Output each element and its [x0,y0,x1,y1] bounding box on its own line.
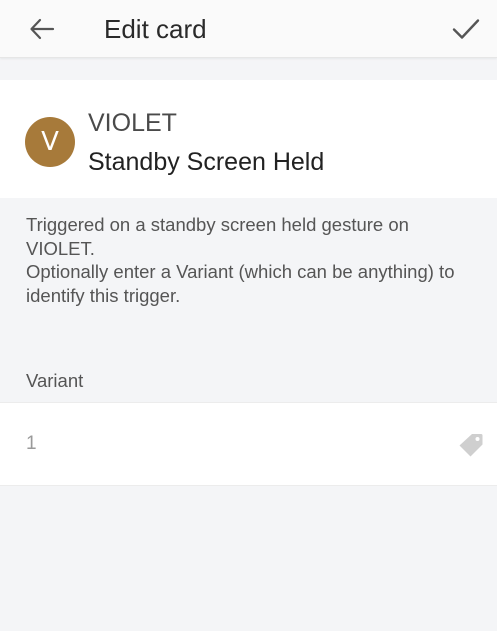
description-line: Optionally enter a Variant (which can be… [26,261,455,306]
avatar: V [25,117,75,167]
page-title: Edit card [104,14,207,44]
trigger-name: Standby Screen Held [88,148,325,176]
trigger-header: V VIOLET Standby Screen Held [0,80,497,198]
device-name: VIOLET [88,109,177,137]
variant-row [0,402,497,486]
variant-label: Variant [26,370,84,391]
check-icon [452,19,480,39]
app-bar: Edit card [0,0,497,58]
tag-icon [459,434,483,457]
trigger-description: Triggered on a standby screen held gestu… [26,213,476,307]
save-button[interactable] [445,9,487,49]
description-line: Triggered on a standby screen held gestu… [26,214,409,259]
variant-input[interactable] [26,428,426,460]
edit-card-screen: Edit card V VIOLET Standby Screen Held T… [0,0,497,631]
tag-button[interactable] [457,431,485,459]
back-button[interactable] [22,10,62,48]
arrow-left-icon [30,18,55,40]
